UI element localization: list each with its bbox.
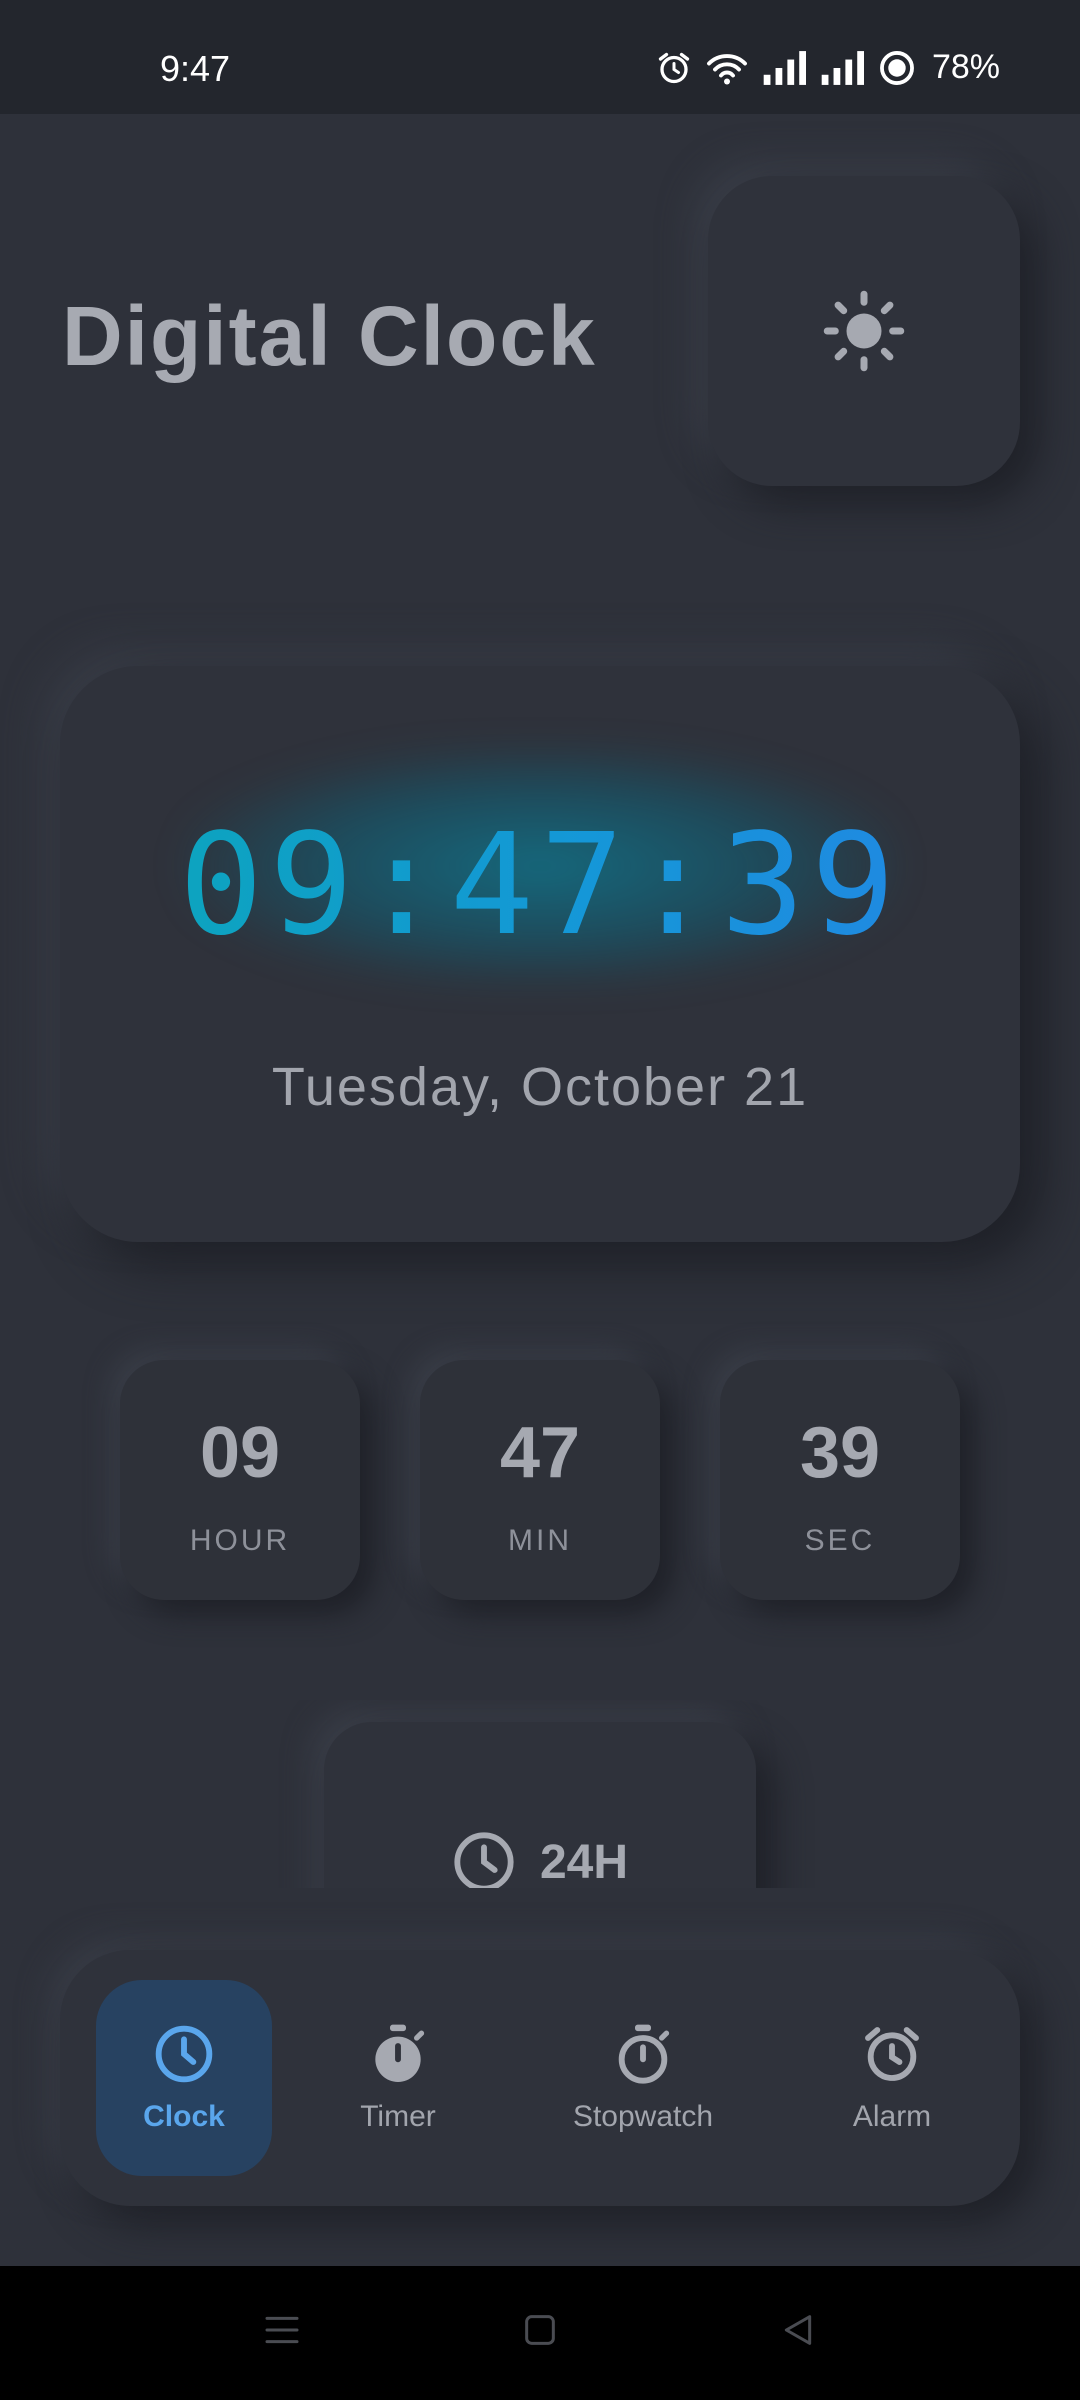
nav-label-alarm: Alarm: [852, 2100, 932, 2133]
second-card: 39 SEC: [720, 1360, 960, 1600]
clock-icon: [454, 1832, 514, 1888]
theme-toggle-button[interactable]: [708, 176, 1020, 486]
bottom-navigation: Clock Timer Stopwatch Alarm: [60, 1950, 1020, 2206]
minute-label: MIN: [508, 1524, 572, 1557]
digital-time-display: 09:47:39: [60, 804, 1020, 967]
battery-icon: [879, 50, 914, 85]
timer-icon: [375, 2024, 425, 2082]
system-navigation-bar: [0, 2266, 1080, 2400]
format-toggle-button[interactable]: 24H: [324, 1722, 756, 1888]
back-icon[interactable]: [778, 2310, 818, 2350]
second-value: 39: [799, 1413, 881, 1493]
minute-value: 47: [499, 1413, 581, 1493]
status-time: 9:47: [160, 48, 231, 89]
date-display: Tuesday, October 21: [271, 1057, 809, 1117]
status-icons: 78%: [656, 48, 1000, 87]
hour-card: 09 HOUR: [120, 1360, 360, 1600]
alarm-icon: [658, 52, 690, 83]
nav-label-clock: Clock: [143, 2100, 225, 2133]
nav-label-stopwatch: Stopwatch: [572, 2100, 714, 2133]
home-icon[interactable]: [520, 2310, 560, 2350]
clock-icon: [155, 2025, 213, 2083]
stopwatch-icon: [618, 2024, 670, 2084]
sun-icon: [823, 290, 905, 372]
hour-value: 09: [199, 1413, 281, 1493]
format-toggle-label: 24H: [539, 1835, 629, 1889]
second-label: SEC: [804, 1524, 876, 1557]
nav-item-clock[interactable]: Clock: [96, 1980, 272, 2176]
menu-icon[interactable]: [262, 2310, 302, 2350]
format-toggle-content: 24H: [324, 1830, 756, 1888]
nav-item-timer[interactable]: Timer: [310, 1980, 486, 2176]
nav-item-alarm[interactable]: Alarm: [804, 1980, 980, 2176]
hour-label: HOUR: [189, 1524, 291, 1557]
signal-icon: [763, 50, 806, 85]
wifi-icon: [706, 53, 747, 84]
clock-card: 09:47:39 Tuesday, October 21: [60, 666, 1020, 1242]
minute-card: 47 MIN: [420, 1360, 660, 1600]
nav-item-stopwatch[interactable]: Stopwatch: [536, 1980, 750, 2176]
nav-label-timer: Timer: [360, 2100, 436, 2133]
battery-percentage: 78%: [931, 48, 1000, 86]
alarm-icon: [865, 2027, 919, 2081]
scroll-clip: 24H: [0, 1700, 1080, 1888]
page-title: Digital Clock: [62, 289, 597, 383]
app-screen: 9:47 78% Digital Clock 09:47:39 Tuesday,…: [0, 0, 1080, 2400]
status-bar: 9:47 78%: [0, 0, 1080, 114]
signal-icon: [821, 50, 864, 85]
